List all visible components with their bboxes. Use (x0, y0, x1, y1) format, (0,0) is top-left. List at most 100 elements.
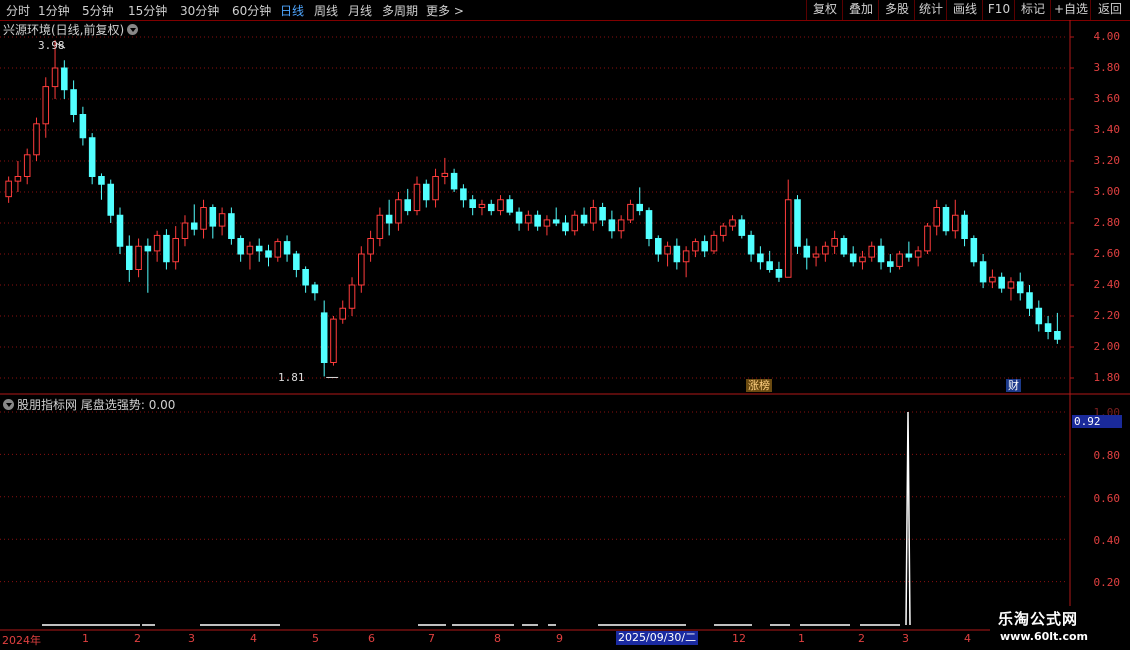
period-toolbar: 分时 1分钟 5分钟 15分钟 30分钟 60分钟 日线 周线 月线 多周期 更… (0, 0, 1130, 21)
chart-title: 兴源环境(日线,前复权) (3, 21, 139, 38)
candle (562, 215, 569, 236)
candle-body (5, 180, 12, 198)
candle (951, 199, 959, 239)
candle (627, 199, 634, 223)
period-5min[interactable]: 5分钟 (82, 2, 114, 19)
fuquan-button[interactable]: 复权 (806, 0, 843, 20)
period-60min[interactable]: 60分钟 (232, 2, 271, 19)
back-button[interactable]: 返回 (1090, 0, 1129, 20)
overlay-button[interactable]: 叠加 (842, 0, 879, 20)
candle-body (951, 214, 959, 232)
candle (255, 238, 263, 262)
candle-body (200, 207, 207, 230)
finance-tag[interactable]: 财 (1006, 379, 1021, 392)
candle-body (126, 245, 133, 270)
candle (636, 187, 644, 216)
candle (784, 179, 792, 278)
candle (42, 77, 50, 138)
candle (5, 176, 12, 203)
candle-body (441, 172, 449, 177)
period-more[interactable]: 更多 > (426, 2, 464, 19)
candle-body (320, 312, 328, 363)
period-1min[interactable]: 1分钟 (38, 2, 70, 19)
candle (1044, 316, 1052, 340)
candle-body (42, 86, 50, 125)
candle-body (98, 176, 105, 185)
candle-body (33, 123, 40, 156)
candle-body (190, 222, 198, 230)
period-15min[interactable]: 15分钟 (128, 2, 167, 19)
candle-body (719, 225, 727, 236)
candle-body (23, 154, 31, 178)
period-monthly[interactable]: 月线 (348, 2, 372, 19)
candle (794, 195, 801, 254)
candle (460, 184, 467, 208)
time-tick: 6 (368, 632, 375, 645)
candle (757, 246, 764, 270)
time-tick: 5 (312, 632, 319, 645)
candle (116, 207, 124, 254)
candle (1035, 300, 1043, 332)
candle-body (358, 253, 365, 286)
indicator-tick: 0.60 (1093, 492, 1121, 505)
candle (181, 215, 189, 247)
candle-body (543, 219, 551, 227)
draw-line-button[interactable]: 画线 (946, 0, 983, 20)
candle (497, 195, 504, 216)
kline-chart[interactable] (0, 0, 1130, 650)
candle-body (775, 269, 783, 278)
period-30min[interactable]: 30分钟 (180, 2, 219, 19)
period-daily[interactable]: 日线 (280, 2, 304, 19)
time-tick: 9 (556, 632, 563, 645)
candle-body (701, 241, 708, 252)
period-weekly[interactable]: 周线 (314, 2, 338, 19)
mark-button[interactable]: 标记 (1014, 0, 1051, 20)
candle (14, 161, 22, 192)
candle (265, 244, 272, 267)
stats-button[interactable]: 统计 (914, 0, 947, 20)
candle-body (209, 207, 217, 227)
candle-body (924, 225, 931, 252)
chevron-down-icon[interactable] (3, 399, 14, 410)
f10-button[interactable]: F10 (982, 0, 1015, 20)
candle-body (283, 241, 291, 255)
candle-body (61, 67, 68, 91)
candle-body (747, 234, 755, 255)
time-cursor-label: 2025/09/30/二 (616, 631, 699, 645)
indicator-spike (905, 411, 911, 626)
candle (302, 266, 309, 293)
price-tick: 3.80 (1093, 61, 1121, 74)
candle-body (580, 214, 588, 224)
candle-body (590, 207, 597, 224)
period-fenshi[interactable]: 分时 (6, 2, 30, 19)
candle (849, 246, 857, 267)
zhangbang-tag[interactable]: 涨榜 (746, 379, 772, 392)
period-multi[interactable]: 多周期 (382, 2, 418, 19)
candle (126, 235, 133, 282)
candle-body (692, 241, 699, 252)
candle (933, 199, 940, 236)
candle-body (942, 207, 950, 232)
candle (905, 241, 913, 262)
candle (766, 250, 773, 273)
candle-body (599, 207, 606, 221)
candle (23, 148, 31, 185)
multi-stock-button[interactable]: 多股 (878, 0, 915, 20)
candle (877, 238, 885, 270)
candle (79, 106, 87, 146)
candle-body (682, 250, 690, 263)
candle-body (655, 238, 662, 255)
indicator-tick: 0.80 (1093, 449, 1121, 462)
candle-body (107, 183, 115, 216)
time-tick: 2 (134, 632, 141, 645)
candle (924, 223, 931, 254)
candle-body (14, 176, 22, 182)
add-favorite-button[interactable]: +自选 (1050, 0, 1091, 20)
candle-body (1035, 307, 1043, 325)
candle (747, 230, 755, 262)
candle-body (228, 213, 235, 239)
candle (1007, 277, 1015, 301)
candle-body (914, 250, 922, 258)
chevron-down-icon[interactable] (127, 24, 139, 35)
candle-body (970, 238, 978, 263)
